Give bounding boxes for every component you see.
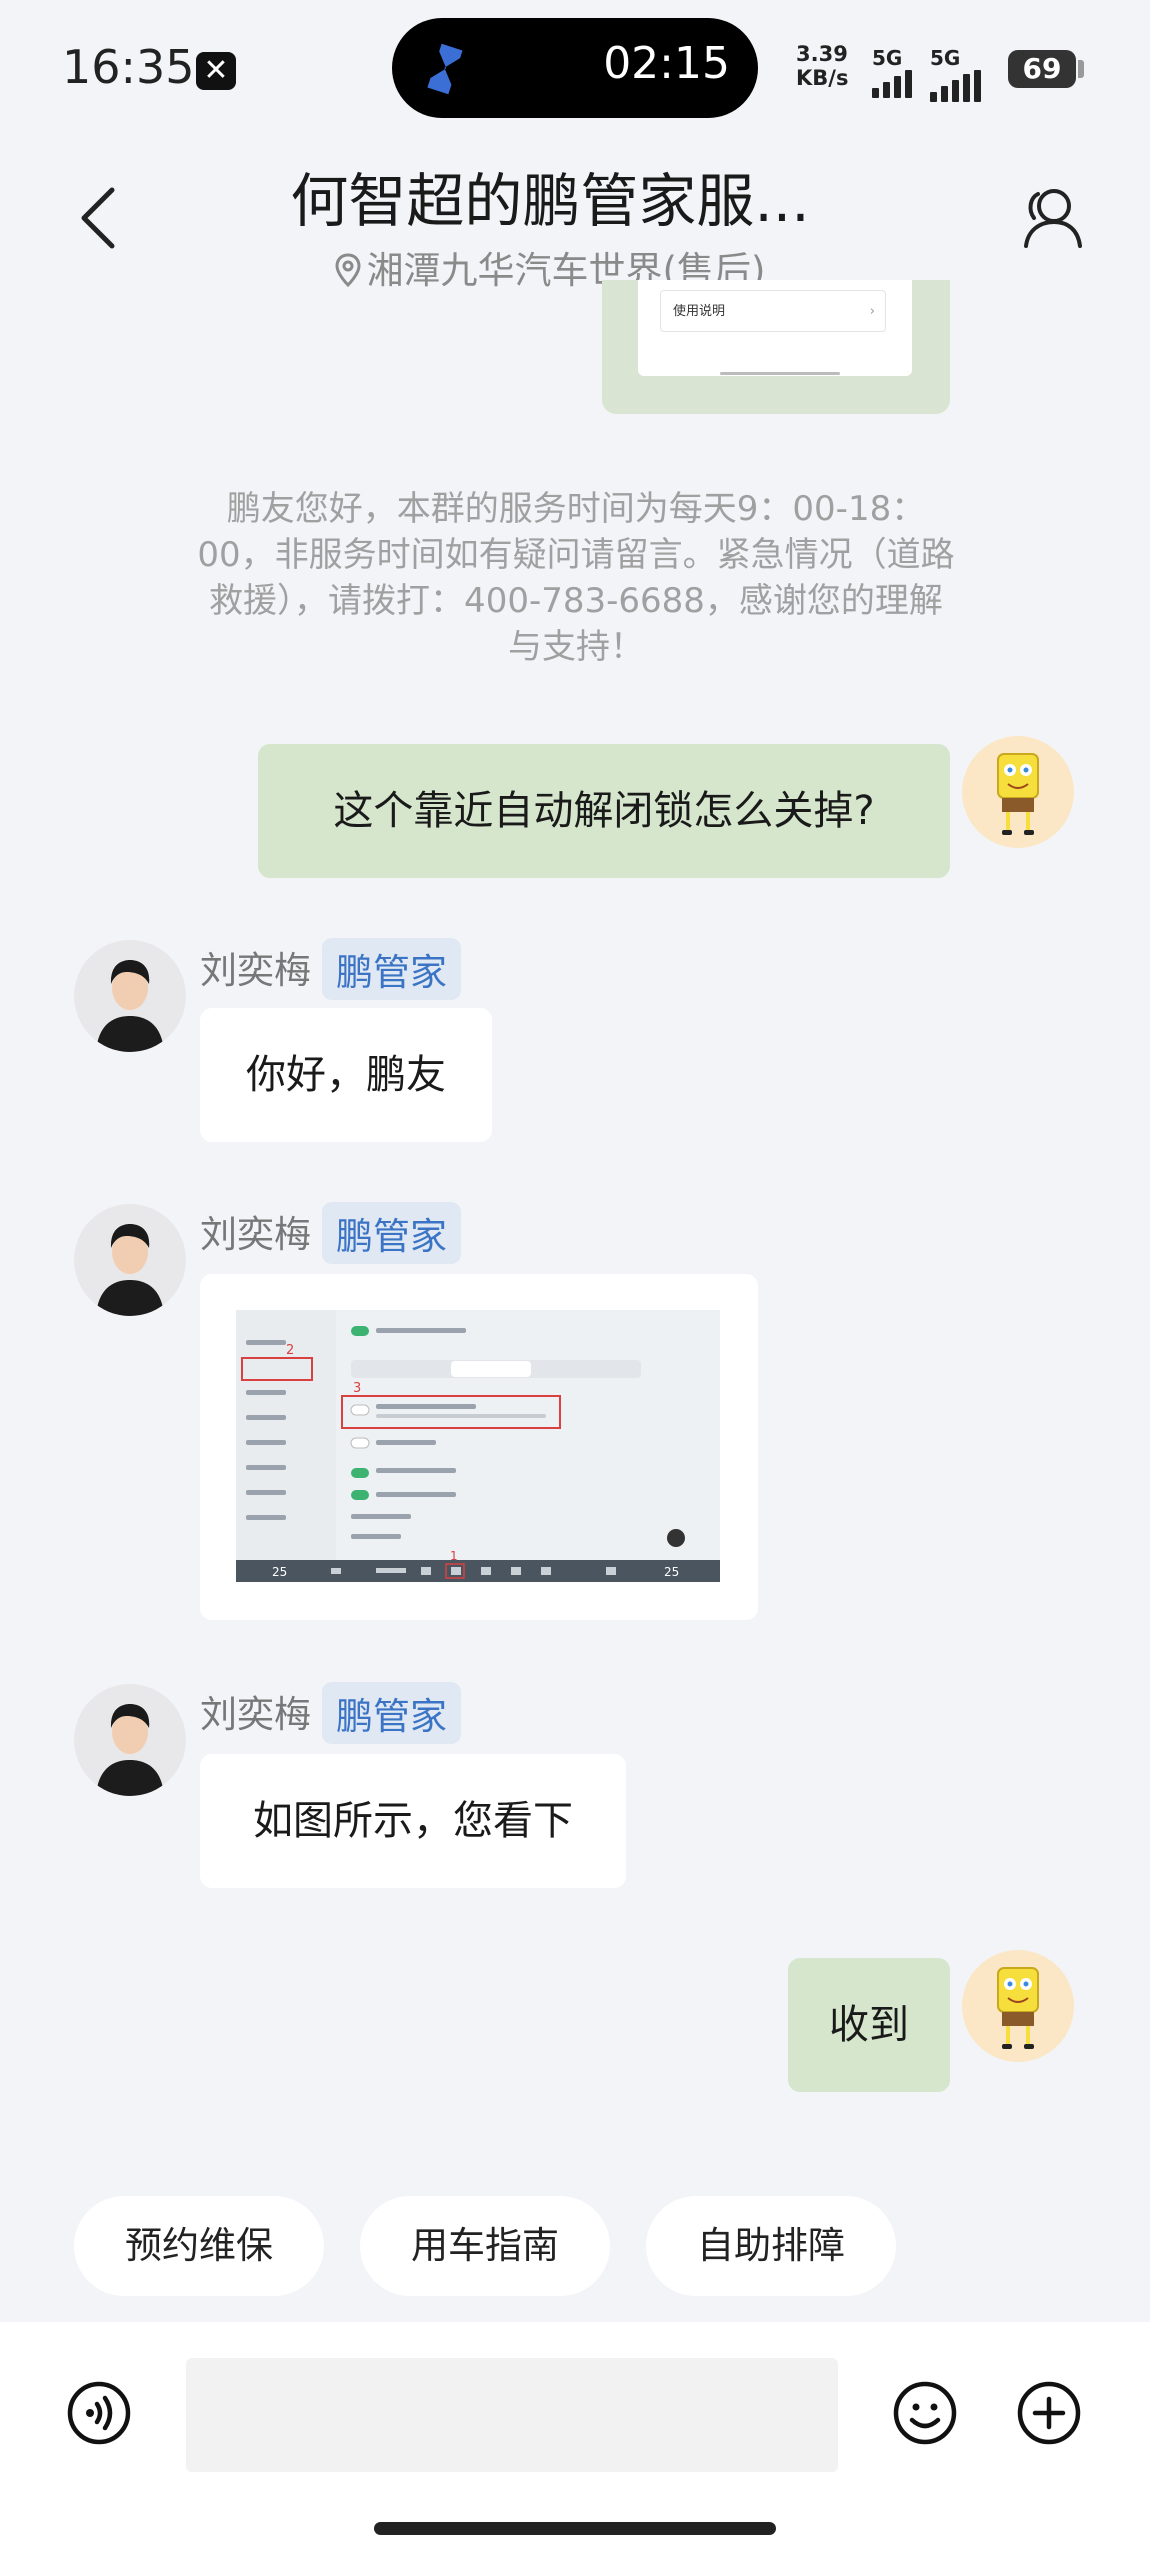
sender-name: 刘奕梅 bbox=[200, 949, 311, 992]
timer-text: 02:15 bbox=[603, 38, 730, 89]
avatar-agent[interactable] bbox=[74, 1204, 186, 1316]
quick-action-troubleshoot[interactable]: 自助排障 bbox=[646, 2196, 896, 2296]
voice-input-icon[interactable] bbox=[66, 2380, 132, 2446]
signal-2: 5G bbox=[930, 48, 981, 102]
agent-avatar-icon bbox=[74, 1684, 186, 1796]
image-preview-bar bbox=[720, 372, 840, 375]
hourglass-icon bbox=[427, 43, 463, 95]
chevron-right-icon: › bbox=[869, 304, 875, 319]
role-tag: 鹏管家 bbox=[322, 1202, 461, 1264]
agent-avatar-icon bbox=[74, 940, 186, 1052]
battery-tip bbox=[1078, 60, 1084, 78]
quick-action-guide[interactable]: 用车指南 bbox=[360, 2196, 610, 2296]
avatar-self[interactable] bbox=[962, 1950, 1074, 2062]
net-speed-unit: KB/s bbox=[796, 66, 849, 90]
image-preview-row-label: 使用说明 bbox=[673, 304, 726, 319]
net-speed: 3.39 KB/s bbox=[796, 42, 848, 90]
avatar-self[interactable] bbox=[962, 736, 1074, 848]
image-preview-row: 使用说明 › bbox=[660, 290, 886, 332]
service-notice: 鹏友您好，本群的服务时间为每天9：00-18：00，非服务时间如有疑问请留言。紧… bbox=[197, 489, 955, 667]
agent-avatar-icon bbox=[74, 1204, 186, 1316]
quick-action-maintenance[interactable]: 预约维保 bbox=[74, 2196, 324, 2296]
home-indicator[interactable] bbox=[374, 2522, 776, 2535]
plus-icon[interactable] bbox=[1016, 2380, 1082, 2446]
spongebob-avatar-icon bbox=[962, 736, 1074, 848]
car-settings-screenshot[interactable]: 2 3 25 25 1 bbox=[236, 1310, 720, 1582]
signal-1-label: 5G bbox=[872, 46, 903, 70]
temp-right: 25 bbox=[664, 1565, 679, 1579]
marker-2: 2 bbox=[286, 1343, 294, 1358]
signal-bars-icon bbox=[872, 70, 912, 98]
x-app-icon: ✕ bbox=[196, 52, 236, 90]
message-bubble-received[interactable]: 你好，鹏友 bbox=[200, 1008, 492, 1142]
signal-bars-icon bbox=[930, 70, 981, 102]
role-tag: 鹏管家 bbox=[322, 1682, 461, 1744]
marker-1: 1 bbox=[450, 1549, 458, 1563]
signal-2-label: 5G bbox=[930, 46, 961, 70]
emoji-icon[interactable] bbox=[892, 2380, 958, 2446]
message-bubble-received[interactable]: 如图所示，您看下 bbox=[200, 1754, 626, 1888]
sender-name: 刘奕梅 bbox=[200, 1693, 311, 1736]
battery-icon: 69 bbox=[1008, 50, 1076, 88]
avatar-agent[interactable] bbox=[74, 1684, 186, 1796]
signal-1: 5G bbox=[872, 48, 912, 98]
car-settings-screenshot-image: 2 3 25 25 1 bbox=[236, 1310, 720, 1582]
avatar-agent[interactable] bbox=[74, 940, 186, 1052]
location-pin-icon bbox=[335, 253, 361, 288]
spongebob-avatar-icon bbox=[962, 1950, 1074, 2062]
role-tag: 鹏管家 bbox=[322, 938, 461, 1000]
message-bubble-sent[interactable]: 这个靠近自动解闭锁怎么关掉? bbox=[258, 744, 950, 878]
chevron-left-icon[interactable] bbox=[78, 186, 118, 250]
net-speed-value: 3.39 bbox=[796, 42, 848, 66]
sender-name: 刘奕梅 bbox=[200, 1213, 311, 1256]
marker-3: 3 bbox=[353, 1381, 361, 1396]
message-input[interactable] bbox=[186, 2358, 838, 2472]
temp-left: 25 bbox=[272, 1565, 287, 1579]
message-bubble-sent[interactable]: 收到 bbox=[788, 1958, 950, 2092]
person-icon[interactable] bbox=[1016, 184, 1084, 252]
status-time: 16:35 bbox=[62, 40, 195, 94]
page-title: 何智超的鹏管家服... bbox=[290, 167, 810, 235]
